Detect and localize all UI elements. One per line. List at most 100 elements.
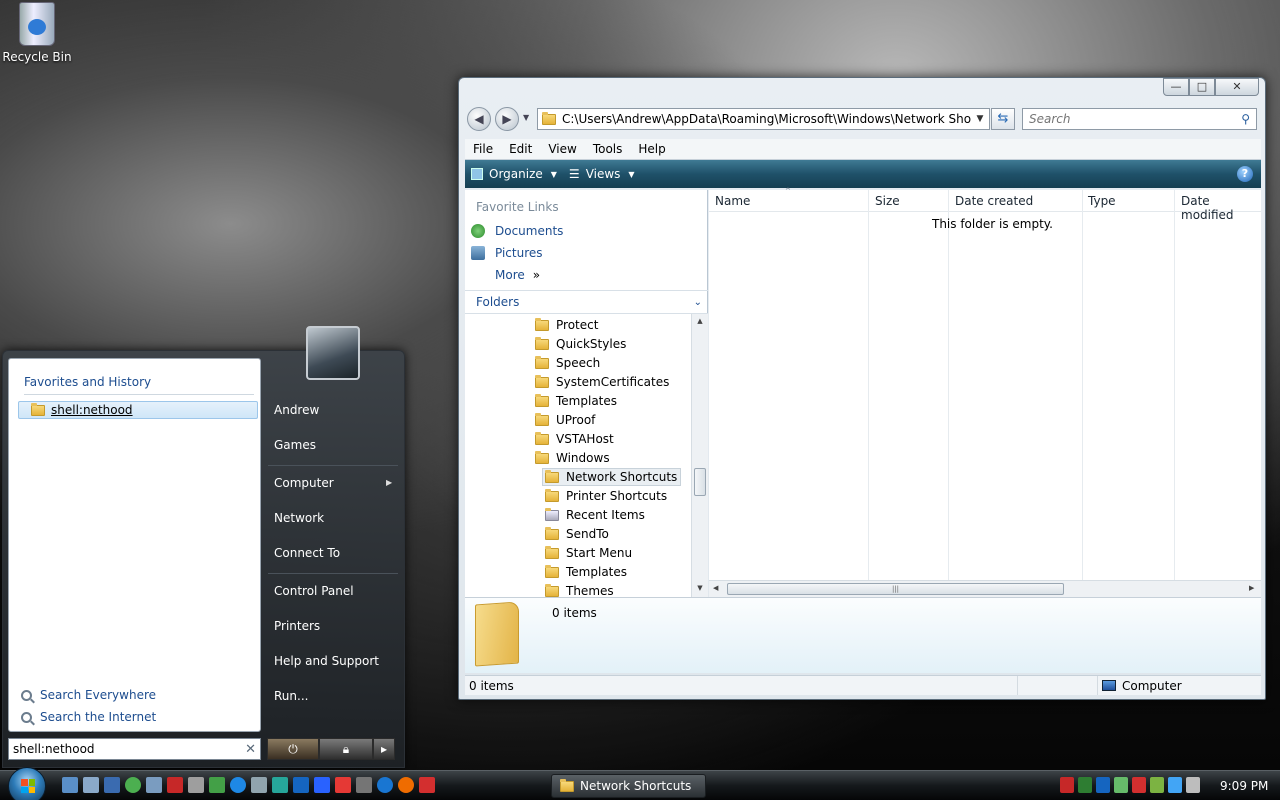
app-icon[interactable] (419, 777, 435, 793)
scroll-right-icon[interactable]: ▶ (1249, 584, 1254, 592)
favorite-link-documents[interactable]: Documents (471, 224, 563, 238)
tree-scrollbar[interactable]: ▲ ▼ (691, 314, 708, 597)
start-item-network[interactable]: Network (274, 511, 324, 525)
tree-item-sendto[interactable]: SendTo (545, 526, 609, 541)
taskbar-button-network-shortcuts[interactable]: Network Shortcuts (551, 774, 706, 798)
tray-icon[interactable] (1078, 777, 1092, 793)
media-player-icon[interactable] (125, 777, 141, 793)
tree-item-network-shortcuts[interactable]: Network Shortcuts (542, 468, 682, 486)
column-size[interactable]: Size (875, 194, 900, 208)
folders-header[interactable]: Folders ⌄ (465, 290, 708, 314)
recycle-bin-shortcut[interactable]: Recycle Bin (2, 2, 72, 64)
help-icon[interactable]: ? (1237, 166, 1253, 182)
tray-icon[interactable] (1114, 777, 1128, 793)
tree-item-printer-shortcuts[interactable]: Printer Shortcuts (545, 488, 667, 503)
views-button[interactable]: ☰ Views ▼ (563, 167, 641, 181)
tree-item-speech[interactable]: Speech (535, 355, 600, 370)
column-date-created[interactable]: Date created (955, 194, 1033, 208)
tray-icon[interactable] (1060, 777, 1074, 793)
start-item-run[interactable]: Run... (274, 689, 308, 703)
favorite-link-more[interactable]: More » (495, 268, 540, 282)
menu-view[interactable]: View (540, 142, 584, 156)
volume-icon[interactable] (1186, 777, 1200, 793)
antivirus-icon[interactable] (167, 777, 183, 793)
avatar[interactable] (306, 326, 360, 380)
address-bar[interactable]: C:\Users\Andrew\AppData\Roaming\Microsof… (537, 108, 990, 130)
clear-search-icon[interactable]: ✕ (245, 742, 256, 757)
maximize-button[interactable]: □ (1189, 78, 1215, 96)
scroll-up-icon[interactable]: ▲ (692, 317, 708, 325)
menu-file[interactable]: File (465, 142, 501, 156)
photoshop-icon[interactable] (293, 777, 309, 793)
power-button[interactable]: ⏻ (267, 738, 319, 760)
word-icon[interactable] (314, 777, 330, 793)
column-type[interactable]: Type (1088, 194, 1116, 208)
power-options-button[interactable]: ▸ (373, 738, 395, 760)
tree-item-systemcertificates[interactable]: SystemCertificates (535, 374, 669, 389)
column-date-modified[interactable]: Date modified (1181, 194, 1261, 222)
tree-item-protect[interactable]: Protect (535, 317, 598, 332)
history-entry[interactable]: shell:nethood (18, 401, 258, 419)
search-box[interactable]: ⚲ (1022, 108, 1257, 130)
scroll-thumb[interactable]: ||| (727, 583, 1064, 595)
start-item-control-panel[interactable]: Control Panel (274, 584, 354, 598)
tree-item-templates[interactable]: Templates (535, 393, 617, 408)
search-input[interactable] (1029, 112, 1242, 126)
start-search-box[interactable]: ✕ (8, 738, 261, 760)
horizontal-scrollbar[interactable]: ◀ ||| ▶ (709, 580, 1261, 597)
tree-item-quickstyles[interactable]: QuickStyles (535, 336, 626, 351)
tree-item-templates-2[interactable]: Templates (545, 564, 627, 579)
scroll-down-icon[interactable]: ▼ (692, 584, 708, 592)
column-name[interactable]: Name (715, 194, 750, 208)
tools-icon[interactable] (188, 777, 204, 793)
tree-item-start-menu[interactable]: Start Menu (545, 545, 632, 560)
switch-windows-icon[interactable] (83, 777, 99, 793)
paint-icon[interactable] (335, 777, 351, 793)
forward-button[interactable]: ▶ (495, 107, 519, 131)
antivirus-icon[interactable] (1132, 777, 1146, 793)
start-item-printers[interactable]: Printers (274, 619, 320, 633)
tray-icon[interactable] (1096, 777, 1110, 793)
search-everywhere-link[interactable]: Search Everywhere (21, 688, 156, 702)
search-icon[interactable]: ⚲ (1241, 112, 1250, 126)
minimize-button[interactable]: — (1163, 78, 1189, 96)
start-item-andrew[interactable]: Andrew (274, 403, 319, 417)
start-search-input[interactable] (13, 742, 246, 756)
globe-icon[interactable] (230, 777, 246, 793)
camera-icon[interactable] (356, 777, 372, 793)
notepad-icon[interactable] (251, 777, 267, 793)
lock-button[interactable]: 🔒︎ (319, 738, 373, 760)
scroll-left-icon[interactable]: ◀ (713, 584, 718, 592)
tray-icon[interactable] (1150, 777, 1164, 793)
refresh-button[interactable]: ⇆ (991, 108, 1015, 130)
tree-item-uproof[interactable]: UProof (535, 412, 595, 427)
computer-icon[interactable] (104, 777, 120, 793)
start-item-computer[interactable]: Computer (274, 476, 334, 490)
network-icon[interactable] (1168, 777, 1182, 793)
search-internet-link[interactable]: Search the Internet (21, 710, 156, 724)
tree-item-windows[interactable]: Windows (535, 450, 610, 465)
menu-help[interactable]: Help (630, 142, 673, 156)
tree-item-recent-items[interactable]: Recent Items (545, 507, 645, 522)
back-button[interactable]: ◀ (467, 107, 491, 131)
menu-edit[interactable]: Edit (501, 142, 540, 156)
address-dropdown-icon[interactable]: ▼ (971, 114, 989, 124)
organize-button[interactable]: Organize ▼ (465, 167, 563, 181)
start-item-connect-to[interactable]: Connect To (274, 546, 340, 560)
start-item-help-support[interactable]: Help and Support (274, 654, 379, 668)
close-button[interactable]: ✕ (1215, 78, 1259, 96)
tree-item-themes[interactable]: Themes (545, 583, 614, 597)
clock[interactable]: 9:09 PM (1220, 779, 1268, 793)
show-desktop-icon[interactable] (62, 777, 78, 793)
network-icon[interactable] (209, 777, 225, 793)
recent-pages-icon[interactable]: ▼ (523, 113, 529, 122)
start-item-games[interactable]: Games (274, 438, 316, 452)
menu-tools[interactable]: Tools (585, 142, 631, 156)
app-icon[interactable] (146, 777, 162, 793)
scroll-thumb[interactable] (694, 468, 706, 496)
tree-item-vstahost[interactable]: VSTAHost (535, 431, 614, 446)
start-button[interactable] (8, 767, 46, 800)
favorite-link-pictures[interactable]: Pictures (471, 246, 543, 260)
calculator-icon[interactable] (272, 777, 288, 793)
firefox-icon[interactable] (398, 777, 414, 793)
